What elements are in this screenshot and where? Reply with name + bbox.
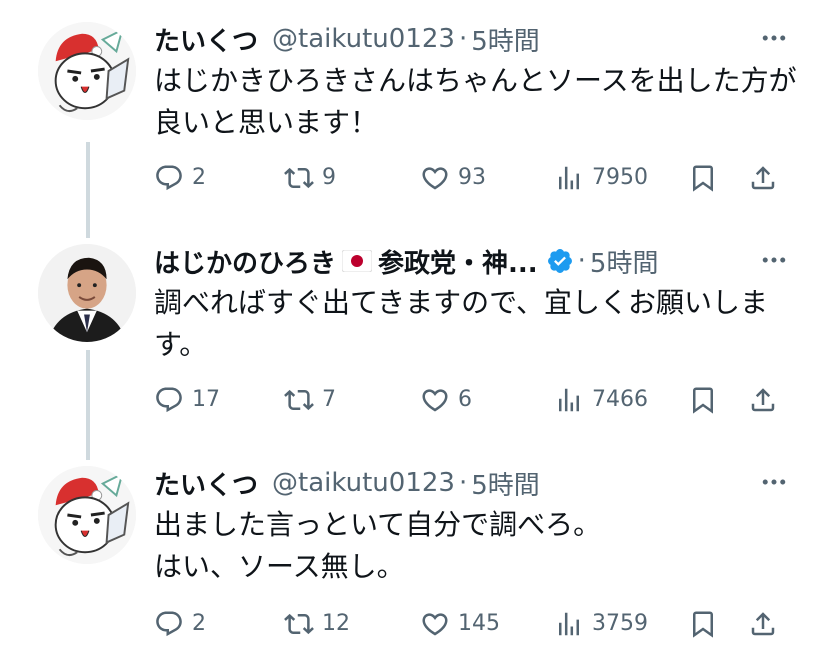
display-name[interactable]: たいくつ — [154, 465, 258, 502]
view-count: 3759 — [592, 611, 648, 636]
views-button[interactable]: 7466 — [554, 380, 648, 420]
retweet-count: 9 — [322, 165, 336, 190]
bookmark-icon — [688, 609, 718, 639]
view-count: 7950 — [592, 165, 648, 190]
avatar[interactable] — [38, 22, 136, 120]
reply-button[interactable]: 2 — [154, 604, 206, 644]
retweet-icon — [284, 163, 314, 193]
tweet-text: 調べればすぐ出てきますので、宜しくお願いします。 — [154, 286, 769, 361]
like-count: 93 — [458, 165, 486, 190]
thread-line — [86, 142, 90, 238]
timestamp[interactable]: 5時間 — [590, 243, 659, 280]
share-button[interactable] — [748, 158, 786, 198]
tweet-text: はじかきひろきさんはちゃんとソースを出した方が良いと思います！ — [154, 64, 797, 139]
retweet-count: 12 — [322, 611, 350, 636]
like-button[interactable]: 93 — [420, 158, 486, 198]
avatar[interactable] — [38, 244, 136, 342]
tweet-header: たいくつ @taikutu0123 · 5時間 — [154, 20, 828, 58]
reply-icon — [154, 609, 184, 639]
display-name[interactable]: はじかのひろき — [154, 243, 336, 280]
heart-icon — [420, 163, 450, 193]
more-icon[interactable] — [756, 20, 792, 56]
retweet-icon — [284, 385, 314, 415]
reply-icon — [154, 163, 184, 193]
like-button[interactable]: 145 — [420, 604, 500, 644]
reply-count: 2 — [192, 165, 206, 190]
thread-line — [86, 350, 90, 460]
user-handle[interactable]: @taikutu0123 — [272, 468, 455, 498]
action-bar: 2 12 145 3759 — [154, 604, 828, 644]
japan-flag-icon — [342, 250, 373, 272]
display-name-suffix[interactable]: 参政党・神... — [378, 243, 538, 280]
tweet-header: たいくつ @taikutu0123 · 5時間 — [154, 464, 828, 502]
user-handle[interactable]: @taikutu0123 — [272, 24, 455, 54]
display-name[interactable]: たいくつ — [154, 21, 258, 58]
reply-count: 17 — [192, 387, 220, 412]
like-count: 6 — [458, 387, 472, 412]
timestamp[interactable]: 5時間 — [471, 465, 540, 502]
share-button[interactable] — [748, 380, 786, 420]
bookmark-icon — [688, 385, 718, 415]
avatar[interactable] — [38, 466, 136, 564]
tweet-header: はじかのひろき 参政党・神... · 5時間 — [154, 242, 828, 280]
retweet-button[interactable]: 7 — [284, 380, 336, 420]
bookmark-button[interactable] — [688, 158, 726, 198]
share-icon — [748, 609, 778, 639]
heart-icon — [420, 609, 450, 639]
reply-count: 2 — [192, 611, 206, 636]
more-icon[interactable] — [756, 464, 792, 500]
action-bar: 2 9 93 7950 — [154, 158, 828, 198]
retweet-icon — [284, 609, 314, 639]
reply-icon — [154, 385, 184, 415]
views-icon — [554, 163, 584, 193]
bookmark-icon — [688, 163, 718, 193]
retweet-button[interactable]: 12 — [284, 604, 350, 644]
separator-dot: · — [577, 246, 586, 276]
views-button[interactable]: 7950 — [554, 158, 648, 198]
tweet-text: 出ました言っといて自分で調べろ。 はい、ソース無し。 — [154, 508, 602, 583]
retweet-count: 7 — [322, 387, 336, 412]
views-button[interactable]: 3759 — [554, 604, 648, 644]
view-count: 7466 — [592, 387, 648, 412]
bookmark-button[interactable] — [688, 604, 726, 644]
verified-icon[interactable] — [546, 247, 574, 275]
timestamp[interactable]: 5時間 — [471, 21, 540, 58]
like-count: 145 — [458, 611, 500, 636]
reply-button[interactable]: 2 — [154, 158, 206, 198]
reply-button[interactable]: 17 — [154, 380, 220, 420]
more-icon[interactable] — [756, 242, 792, 278]
share-icon — [748, 385, 778, 415]
views-icon — [554, 609, 584, 639]
views-icon — [554, 385, 584, 415]
share-icon — [748, 163, 778, 193]
retweet-button[interactable]: 9 — [284, 158, 336, 198]
bookmark-button[interactable] — [688, 380, 726, 420]
separator-dot: · — [458, 468, 468, 498]
share-button[interactable] — [748, 604, 786, 644]
action-bar: 17 7 6 7466 — [154, 380, 828, 420]
separator-dot: · — [458, 24, 468, 54]
heart-icon — [420, 385, 450, 415]
like-button[interactable]: 6 — [420, 380, 472, 420]
